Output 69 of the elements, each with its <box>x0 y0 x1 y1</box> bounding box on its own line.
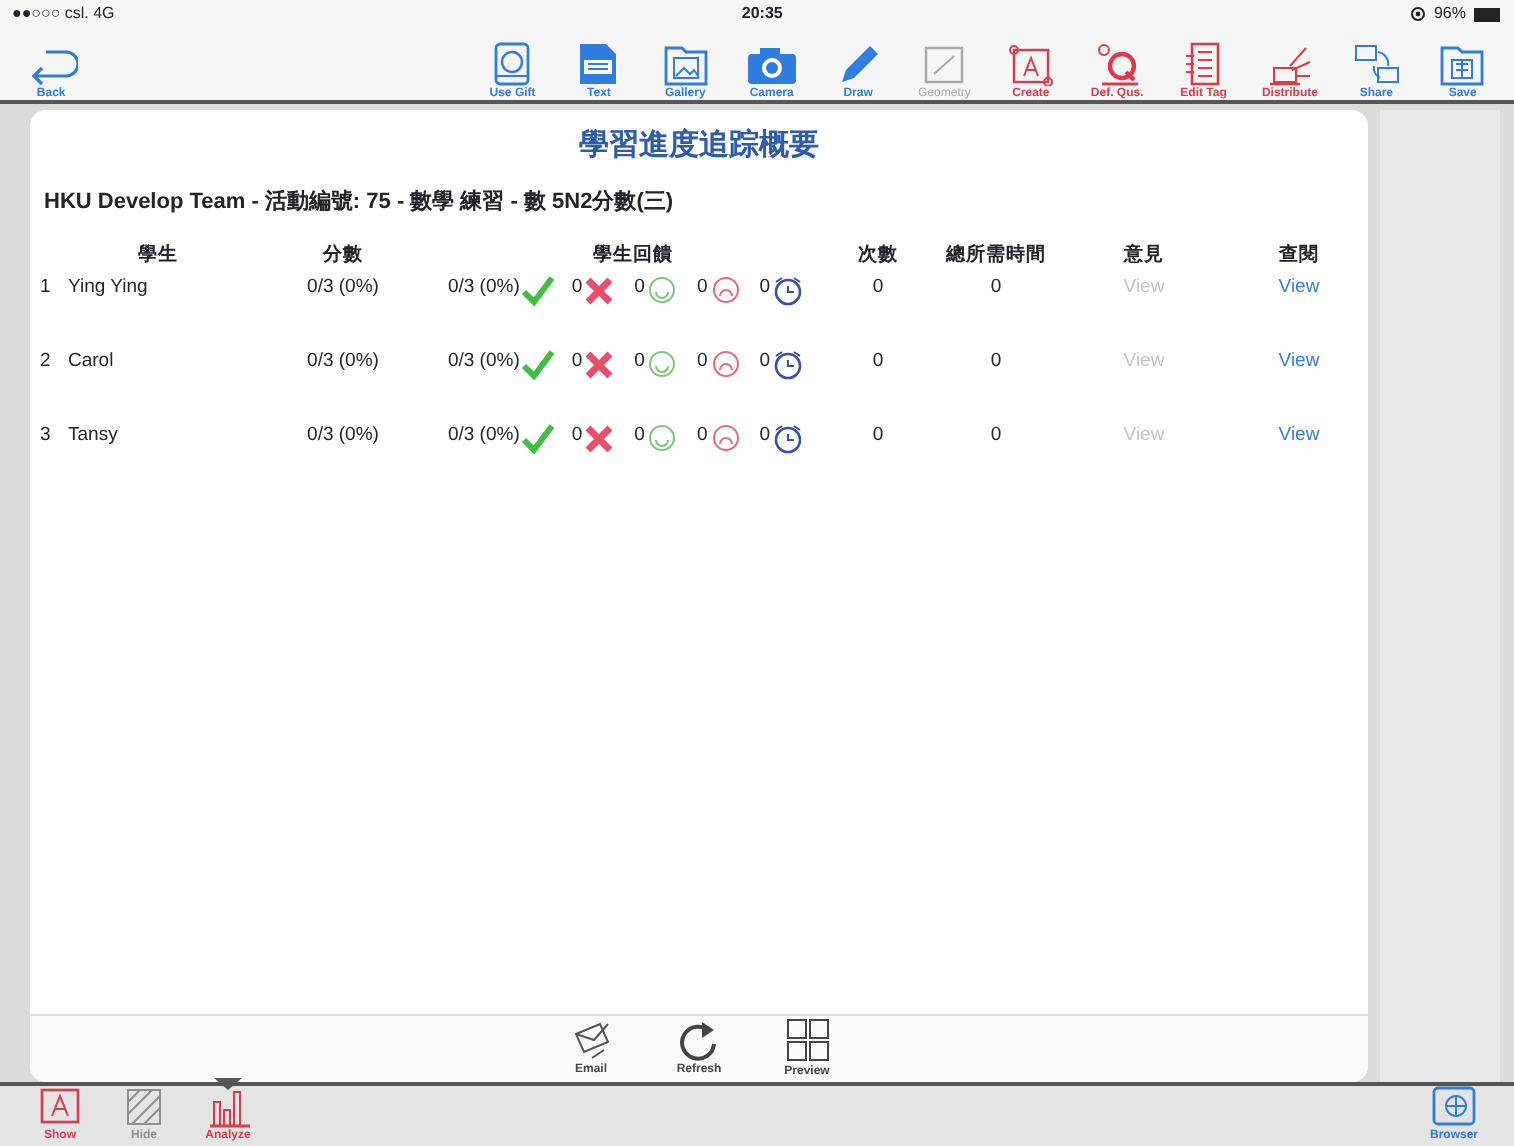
answer-frame-icon <box>36 1084 84 1128</box>
feedback-count: 0 <box>634 274 645 302</box>
total-time: 0 <box>990 274 1002 302</box>
column-header: 總所需時間 <box>943 242 1048 270</box>
save-folder-icon <box>1438 42 1487 86</box>
total-time: 0 <box>990 422 1002 450</box>
battery-level: 96% <box>1433 2 1466 26</box>
clock: 20:35 <box>739 2 785 26</box>
camera-icon <box>743 42 800 86</box>
column-header: 分數 <box>320 242 365 270</box>
row-number: 3 <box>40 422 51 450</box>
sad-face-icon <box>707 348 744 382</box>
alarm-clock-icon <box>770 422 807 456</box>
sad-face-icon <box>707 274 744 308</box>
attempt-count: 0 <box>872 348 884 376</box>
grid-icon <box>783 1016 831 1064</box>
row-number: 1 <box>40 274 51 302</box>
alarm-clock-icon <box>770 274 807 308</box>
linked-screens-icon <box>1351 42 1402 86</box>
score: 0/3 (0%) <box>307 274 379 302</box>
laptop-arrows-icon <box>1265 42 1314 86</box>
column-header: 意見 <box>1121 242 1166 270</box>
feedback-count: 0/3 (0%) <box>447 274 520 302</box>
row-number: 2 <box>40 348 51 376</box>
globe-window-icon <box>1430 1084 1478 1128</box>
feedback-count: 0 <box>759 348 771 376</box>
check-icon <box>519 274 556 308</box>
alarm-clock-icon <box>770 348 807 382</box>
feedback-count: 0 <box>696 274 708 302</box>
answer-frame-icon <box>1006 42 1055 86</box>
student-name: Carol <box>68 348 114 376</box>
happy-face-icon <box>644 274 681 308</box>
feedback-count: 0 <box>571 348 583 376</box>
student-name: Tansy <box>68 422 118 450</box>
review-view-link[interactable]: View <box>1278 422 1320 451</box>
check-icon <box>519 348 556 382</box>
battery-icon <box>1474 7 1502 21</box>
check-icon <box>519 422 556 456</box>
feedback-count: 0 <box>696 422 708 450</box>
column-header: 學生 <box>136 242 180 270</box>
q-letter-icon <box>1093 42 1142 86</box>
happy-face-icon <box>644 348 681 382</box>
sad-face-icon <box>707 422 744 456</box>
student-name: Ying Ying <box>68 274 148 302</box>
column-header: 查閱 <box>1277 242 1321 270</box>
feedback-count: 0/3 (0%) <box>447 422 520 450</box>
total-time: 0 <box>990 348 1002 376</box>
score: 0/3 (0%) <box>307 422 379 450</box>
carrier-signal: ●●○○○ csl. 4G <box>12 2 115 26</box>
column-header: 學生回饋 <box>591 242 675 270</box>
feedback-count: 0 <box>571 422 583 450</box>
review-view-link[interactable]: View <box>1278 348 1320 377</box>
score: 0/3 (0%) <box>307 348 379 376</box>
feedback-count: 0 <box>634 348 645 376</box>
attempt-count: 0 <box>872 422 884 450</box>
feedback-count: 0 <box>696 348 708 376</box>
feedback-count: 0/3 (0%) <box>447 348 520 376</box>
picture-folder-icon <box>661 42 710 86</box>
happy-face-icon <box>644 422 681 456</box>
review-view-link[interactable]: View <box>1278 274 1320 303</box>
geometry-icon <box>920 42 969 86</box>
feedback-count: 0 <box>571 274 583 302</box>
feedback-count: 0 <box>634 422 645 450</box>
activity-subtitle: HKU Develop Team - 活動編號: 75 - 數學 練習 - 數 5N2分數(三) <box>44 187 676 217</box>
column-header: 次數 <box>856 242 900 270</box>
dialog-title: 學習進度追踪概要 <box>577 126 821 166</box>
attempt-count: 0 <box>872 274 884 302</box>
feedback-count: 0 <box>759 422 771 450</box>
feedback-count: 0 <box>759 274 771 302</box>
